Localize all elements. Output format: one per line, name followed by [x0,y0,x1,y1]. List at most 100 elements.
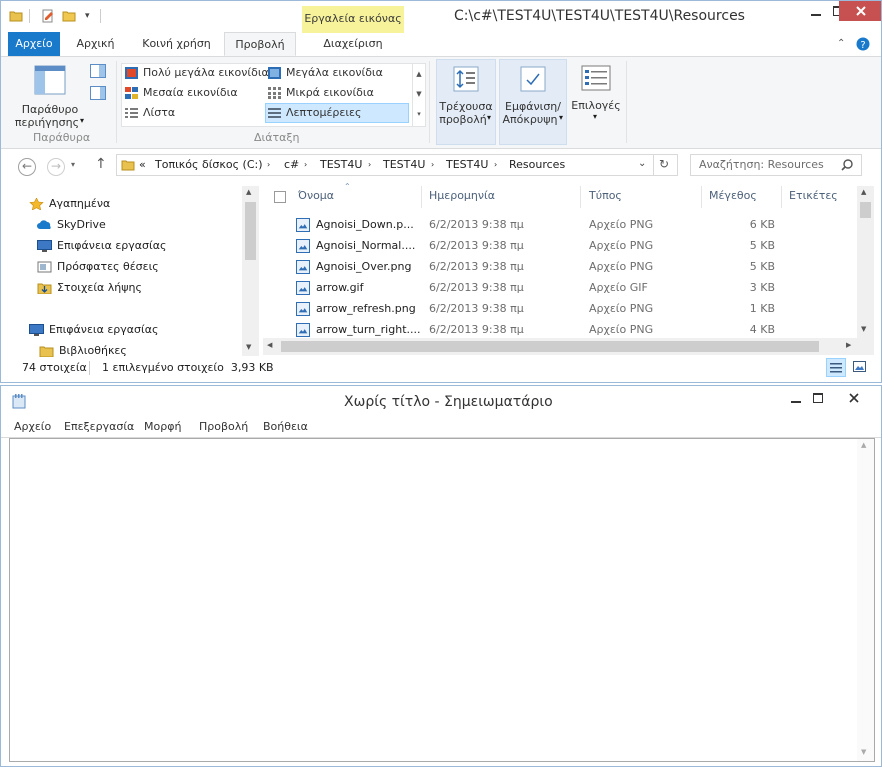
breadcrumb-test4u-2[interactable]: TEST4U [383,158,425,171]
scroll-left-icon[interactable]: ◀ [267,341,272,349]
scroll-right-icon[interactable]: ▶ [846,341,851,349]
layout-item-label: Μικρά εικονίδια [286,86,374,99]
tab-home[interactable]: Αρχική [68,32,123,56]
preview-pane-icon[interactable] [90,64,106,78]
file-list-hscrollbar[interactable]: ◀ ▶ [263,338,874,355]
menu-help[interactable]: Βοήθεια [263,420,308,433]
back-button[interactable]: ← [18,158,36,176]
nav-desktop[interactable]: Επιφάνεια εργασίας [37,237,166,255]
notepad-icon[interactable] [12,394,26,409]
options-button[interactable]: Επιλογές ▾ [571,61,621,141]
details-pane-icon[interactable] [90,86,106,100]
sort-ascending-icon: ⌃ [344,182,351,191]
address-box[interactable]: « Τοπικός δίσκος (C:) › c# › TEST4U › TE… [116,154,678,176]
breadcrumb-test4u-3[interactable]: TEST4U [446,158,488,171]
folder-icon[interactable] [9,9,23,23]
breadcrumb-chevron-icon[interactable]: › [267,160,270,169]
column-date[interactable]: Ημερομηνία [429,189,495,202]
collapse-ribbon-icon[interactable]: ⌃ [837,38,845,49]
tab-manage[interactable]: Διαχείριση [302,32,404,56]
menu-file[interactable]: Αρχείο [14,420,51,433]
scroll-thumb[interactable] [245,202,256,260]
menu-view[interactable]: Προβολή [199,420,248,433]
nav-desktop-root[interactable]: Επιφάνεια εργασίας [29,321,158,339]
up-button[interactable]: ↑ [95,156,107,172]
breadcrumb-overflow[interactable]: « [139,158,146,171]
close-button[interactable] [831,388,877,410]
properties-icon[interactable] [41,9,55,23]
tab-share[interactable]: Κοινή χρήση [133,32,220,56]
close-button[interactable] [839,1,881,21]
menu-format[interactable]: Μορφή [144,420,181,433]
new-folder-icon[interactable] [62,9,76,23]
file-list-vscrollbar[interactable]: ▲ ▼ [857,186,874,338]
file-row[interactable]: Agnoisi_Down.p... 6/2/2013 9:38 πμ Αρχεί… [263,215,861,236]
layout-details[interactable]: Λεπτομέρειες [265,103,409,123]
breadcrumb-chevron-icon[interactable]: › [494,160,497,169]
editor-scrollbar[interactable]: ▲ ▼ [857,439,874,761]
navigation-pane-button[interactable]: Παράθυρο περιήγησης ▾ [14,61,86,129]
breadcrumb-local-disk[interactable]: Τοπικός δίσκος (C:) [155,158,263,171]
file-date: 6/2/2013 9:38 πμ [429,239,524,252]
recent-locations-icon[interactable]: ▾ [71,160,75,169]
forward-button[interactable]: → [47,158,65,176]
file-row[interactable]: arrow.gif 6/2/2013 9:38 πμ Αρχείο GIF 3 … [263,278,861,299]
layout-gallery-scroll[interactable]: ▲ ▼ ▾ [412,63,426,127]
scroll-up-icon[interactable]: ▲ [246,188,251,196]
address-divider [653,155,654,175]
layout-item-label: Πολύ μεγάλα εικονίδια [143,66,269,79]
nav-recent-places[interactable]: Πρόσφατες θέσεις [37,258,159,276]
column-tags[interactable]: Ετικέτες [789,189,838,202]
large-icons-view-button[interactable] [850,358,870,377]
scroll-down-icon[interactable]: ▼ [246,343,251,351]
breadcrumb-chevron-icon[interactable]: › [304,160,307,169]
scroll-down-icon[interactable]: ▼ [861,748,866,756]
nav-downloads[interactable]: Στοιχεία λήψης [37,279,142,297]
maximize-button[interactable] [803,388,833,410]
search-box[interactable]: Αναζήτηση: Resources [690,154,862,176]
layout-list[interactable]: Λίστα [123,104,175,122]
scroll-down-icon[interactable]: ▼ [861,325,866,333]
nav-favorites[interactable]: Αγαπημένα [29,195,110,213]
file-row[interactable]: arrow_refresh.png 6/2/2013 9:38 πμ Αρχεί… [263,299,861,320]
tab-view[interactable]: Προβολή [224,32,296,56]
breadcrumb-chevron-icon[interactable]: › [368,160,371,169]
scroll-thumb[interactable] [281,341,819,352]
layout-large-icons[interactable]: Μεγάλα εικονίδια [266,64,383,82]
breadcrumb-resources[interactable]: Resources [509,158,565,171]
file-row[interactable]: Agnoisi_Over.png 6/2/2013 9:38 πμ Αρχείο… [263,257,861,278]
text-editor[interactable]: ▲ ▼ [9,438,875,762]
select-all-checkbox[interactable] [274,191,286,203]
column-size[interactable]: Μέγεθος [709,189,757,202]
menu-edit[interactable]: Επεξεργασία [64,420,134,433]
details-view-button[interactable] [826,358,846,377]
tab-file[interactable]: Αρχείο [8,32,60,56]
layout-small-icons[interactable]: Μικρά εικονίδια [266,84,374,102]
file-row[interactable]: Agnoisi_Normal.... 6/2/2013 9:38 πμ Αρχε… [263,236,861,257]
file-row[interactable]: arrow_turn_right.... 6/2/2013 9:38 πμ Αρ… [263,320,861,337]
layout-medium-icons[interactable]: Μεσαία εικονίδια [123,84,238,102]
navigation-pane: Αγαπημένα SkyDrive Επιφάνεια εργασίας Πρ… [1,186,259,357]
qat-customize-icon[interactable]: ▾ [85,11,90,21]
nav-skydrive[interactable]: SkyDrive [37,216,106,234]
column-separator [781,186,782,208]
breadcrumb-test4u-1[interactable]: TEST4U [320,158,362,171]
show-hide-button[interactable]: Εμφάνιση/ Απόκρυψη ▾ [499,59,567,145]
breadcrumb-chevron-icon[interactable]: › [431,160,434,169]
scroll-up-icon[interactable]: ▲ [861,441,866,449]
layout-extra-large-icons[interactable]: Πολύ μεγάλα εικονίδια [123,64,269,82]
close-icon [849,393,859,403]
column-name[interactable]: Όνομα [298,189,334,202]
column-type[interactable]: Τύπος [589,189,622,202]
nav-pane-scrollbar[interactable]: ▲ ▼ [242,186,259,356]
help-icon[interactable]: ? [856,37,870,51]
breadcrumb-csharp[interactable]: c# [284,158,299,171]
image-file-icon [296,323,310,337]
current-view-label-2: προβολή [439,113,487,126]
scroll-up-icon[interactable]: ▲ [861,188,866,196]
scroll-thumb[interactable] [860,202,871,218]
current-view-button[interactable]: Τρέχουσα προβολή ▾ [436,59,496,145]
refresh-icon[interactable]: ↻ [659,157,669,171]
address-dropdown-icon[interactable]: ⌄ [638,158,646,169]
status-divider [89,361,90,375]
